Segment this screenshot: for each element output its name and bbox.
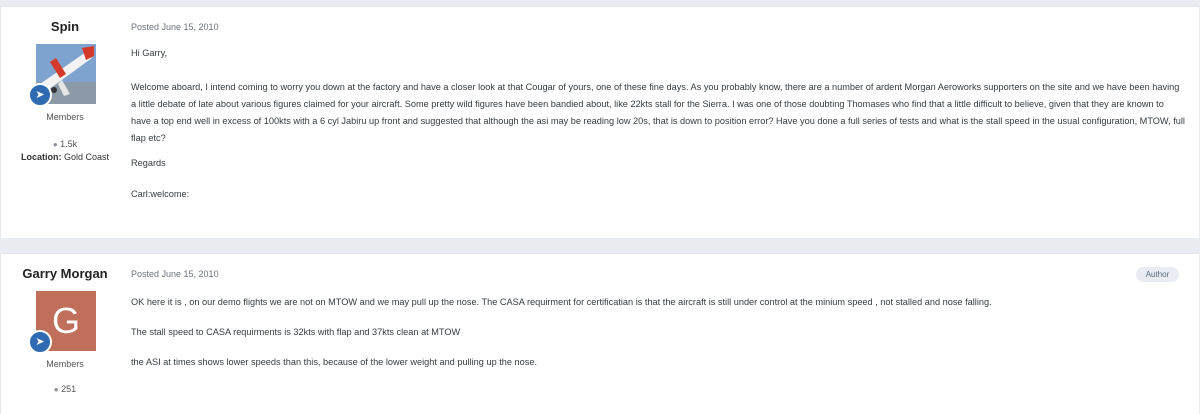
speech-bubble-icon: ● — [52, 140, 58, 149]
paragraph-2: The stall speed to CASA requirments is 3… — [131, 327, 461, 337]
post-spin: Spin ➤ Members ● 1.5k Location: Gold Coa… — [0, 6, 1199, 238]
rank-badge: ➤ — [28, 330, 52, 354]
rocket-icon: ➤ — [35, 88, 45, 101]
location: Location: Gold Coast — [1, 152, 129, 162]
paragraph-1: OK here it is , on our demo flights we a… — [131, 297, 992, 307]
location-label: Location: — [20, 152, 62, 162]
post-count-value: 1.5k — [60, 139, 78, 149]
author-name[interactable]: Garry Morgan — [1, 266, 129, 281]
location-value: Gold Coast — [63, 152, 110, 162]
post-date[interactable]: Posted June 15, 2010 — [131, 22, 219, 32]
author-name[interactable]: Spin — [1, 19, 129, 34]
speech-bubble-icon: ● — [53, 385, 59, 394]
post-content: OK here it is , on our demo flights we a… — [131, 294, 1186, 371]
post-count-value: 251 — [61, 384, 77, 394]
rank-badge: ➤ — [28, 83, 52, 107]
post-garry-morgan: Garry Morgan G ➤ Members ● 251 Posted Ju… — [0, 253, 1199, 414]
member-group: Members — [46, 112, 84, 122]
rocket-icon: ➤ — [35, 335, 45, 348]
paragraph-regards: Regards — [131, 158, 166, 168]
member-group: Members — [46, 359, 84, 369]
paragraph-signoff: Carl:welcome: — [131, 189, 190, 199]
author-badge: Author — [1136, 267, 1179, 282]
post-content: Hi Garry, Welcome aboard, I intend comin… — [131, 45, 1186, 203]
paragraph-greeting: Hi Garry, — [131, 48, 168, 58]
paragraph-3: the ASI at times shows lower speeds than… — [131, 357, 538, 367]
post-date[interactable]: Posted June 15, 2010 — [131, 269, 219, 279]
post-count: ● 1.5k — [1, 139, 129, 149]
paragraph-body: Welcome aboard, I intend coming to worry… — [131, 82, 1185, 143]
post-count: ● 251 — [1, 384, 129, 394]
